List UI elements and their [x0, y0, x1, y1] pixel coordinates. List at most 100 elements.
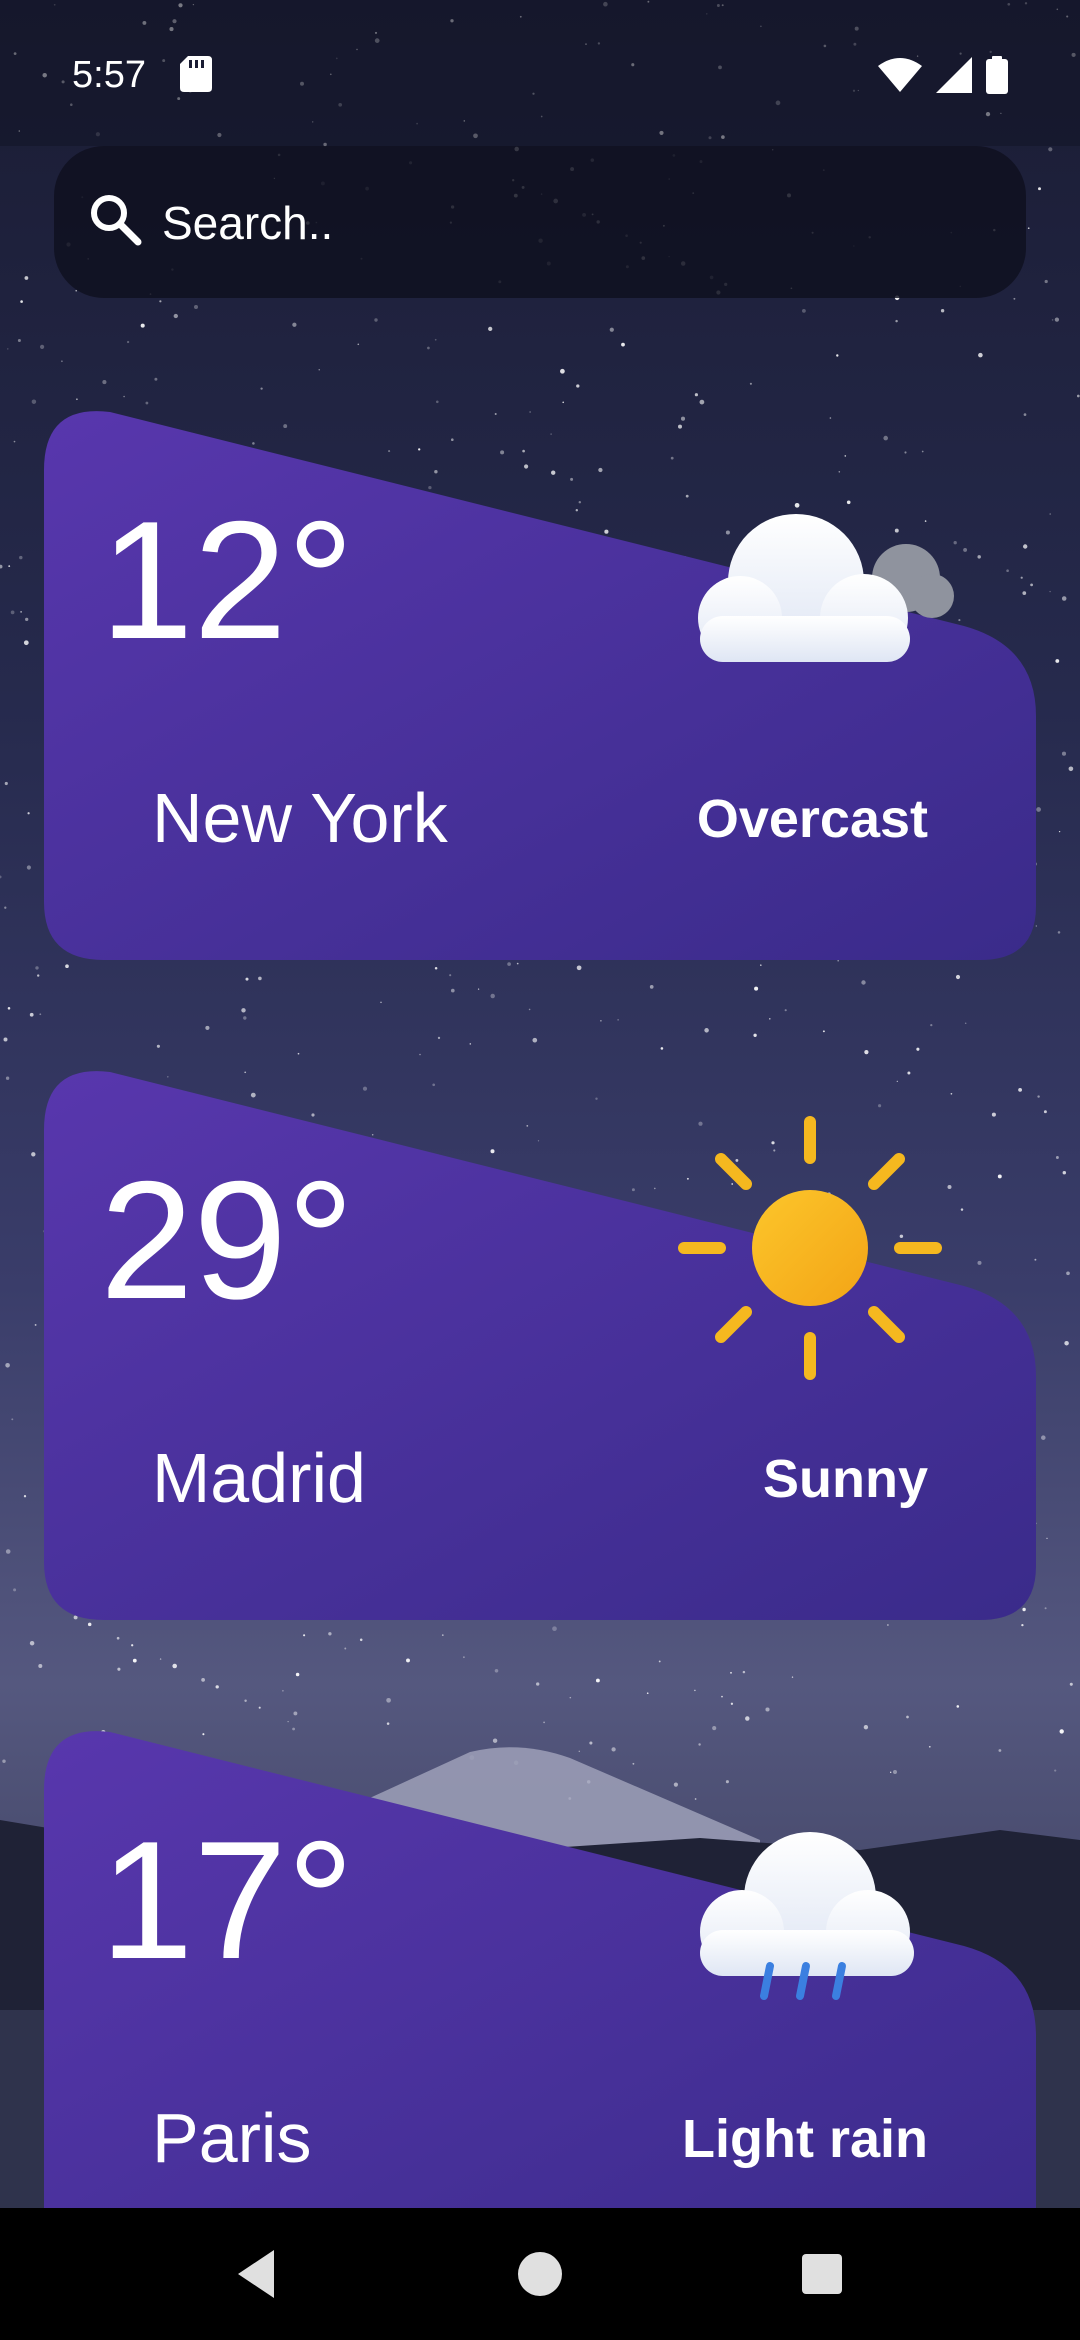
star: [1049, 590, 1051, 593]
star: [1044, 1607, 1047, 1610]
star: [357, 343, 360, 346]
star: [260, 387, 263, 390]
star: [658, 1660, 661, 1663]
recents-icon[interactable]: [790, 2242, 854, 2306]
star: [753, 1033, 757, 1037]
star: [297, 1052, 300, 1055]
star: [258, 1706, 261, 1709]
search-bar[interactable]: [54, 146, 1026, 298]
star: [24, 276, 29, 280]
star: [765, 1707, 770, 1712]
sun-icon: [678, 1116, 942, 1380]
star: [463, 1656, 465, 1659]
star: [359, 1638, 363, 1642]
star: [536, 1682, 540, 1686]
star: [126, 340, 130, 344]
star: [380, 1001, 382, 1004]
star: [449, 974, 452, 977]
star: [76, 398, 78, 401]
star: [861, 980, 866, 985]
star: [386, 1697, 391, 1703]
star: [344, 1647, 347, 1650]
weather-card-paris[interactable]: 17° Paris Light rain: [44, 1726, 1036, 2286]
star: [419, 1053, 421, 1056]
star: [864, 1049, 869, 1055]
star: [318, 369, 320, 371]
star: [490, 993, 495, 999]
star: [802, 309, 806, 313]
star: [646, 1692, 649, 1695]
star: [930, 1023, 933, 1027]
star: [34, 1323, 37, 1326]
star: [569, 1696, 572, 1699]
star: [494, 1669, 499, 1673]
status-time: 5:57: [72, 54, 146, 96]
star: [784, 1009, 787, 1012]
star: [26, 865, 31, 870]
star: [916, 1047, 920, 1051]
star: [450, 988, 455, 993]
star: [978, 352, 983, 358]
star: [11, 1418, 14, 1421]
star: [436, 400, 439, 404]
star: [956, 1705, 960, 1708]
weather-card-madrid[interactable]: 29° Madrid Sunny: [44, 1066, 1036, 1626]
card-temperature: 12°: [100, 486, 355, 674]
star: [543, 1721, 545, 1724]
search-input[interactable]: [160, 188, 964, 258]
star: [38, 1664, 43, 1668]
star: [660, 1047, 664, 1050]
star: [13, 1588, 17, 1592]
star: [1036, 807, 1041, 812]
star: [241, 1008, 246, 1013]
star: [7, 348, 9, 350]
wifi-icon: [878, 58, 922, 92]
star: [704, 1028, 709, 1033]
star: [434, 338, 437, 341]
star: [20, 300, 23, 303]
star: [791, 1676, 794, 1678]
star: [116, 1636, 120, 1640]
star: [245, 977, 249, 981]
star: [694, 1689, 696, 1692]
home-icon[interactable]: [508, 2242, 572, 2306]
star: [131, 1644, 134, 1647]
star: [37, 974, 40, 977]
star: [730, 1671, 732, 1674]
star: [576, 965, 582, 971]
star: [295, 1672, 300, 1677]
star: [140, 323, 145, 328]
star: [201, 1678, 205, 1682]
star: [1048, 147, 1053, 152]
card-city: Paris: [152, 2099, 312, 2177]
star: [2, 1759, 6, 1763]
star: [895, 319, 898, 323]
star: [1055, 1156, 1059, 1159]
star: [560, 368, 565, 374]
battery-icon: [986, 56, 1008, 94]
star: [964, 1022, 967, 1024]
star: [292, 322, 297, 327]
star: [441, 1634, 444, 1636]
star: [0, 564, 3, 569]
sd-card-icon: [180, 56, 212, 92]
navigation-bar: [0, 2208, 1080, 2340]
star: [1046, 1537, 1048, 1539]
star: [154, 377, 158, 381]
back-icon[interactable]: [226, 2242, 290, 2306]
star: [132, 1658, 137, 1663]
star: [609, 327, 614, 332]
rain-cloud-icon: [700, 1832, 914, 2000]
star: [13, 440, 16, 443]
star: [528, 1008, 531, 1011]
star: [836, 354, 839, 357]
star: [427, 346, 430, 350]
star: [1027, 227, 1030, 230]
weather-card-new-york[interactable]: 12° New York Overcast: [44, 406, 1036, 966]
star: [386, 1722, 390, 1725]
star: [769, 1018, 771, 1020]
star: [1054, 1769, 1057, 1772]
star: [469, 1043, 472, 1045]
star: [215, 1685, 219, 1689]
status-bar: 5:57: [0, 0, 1080, 146]
